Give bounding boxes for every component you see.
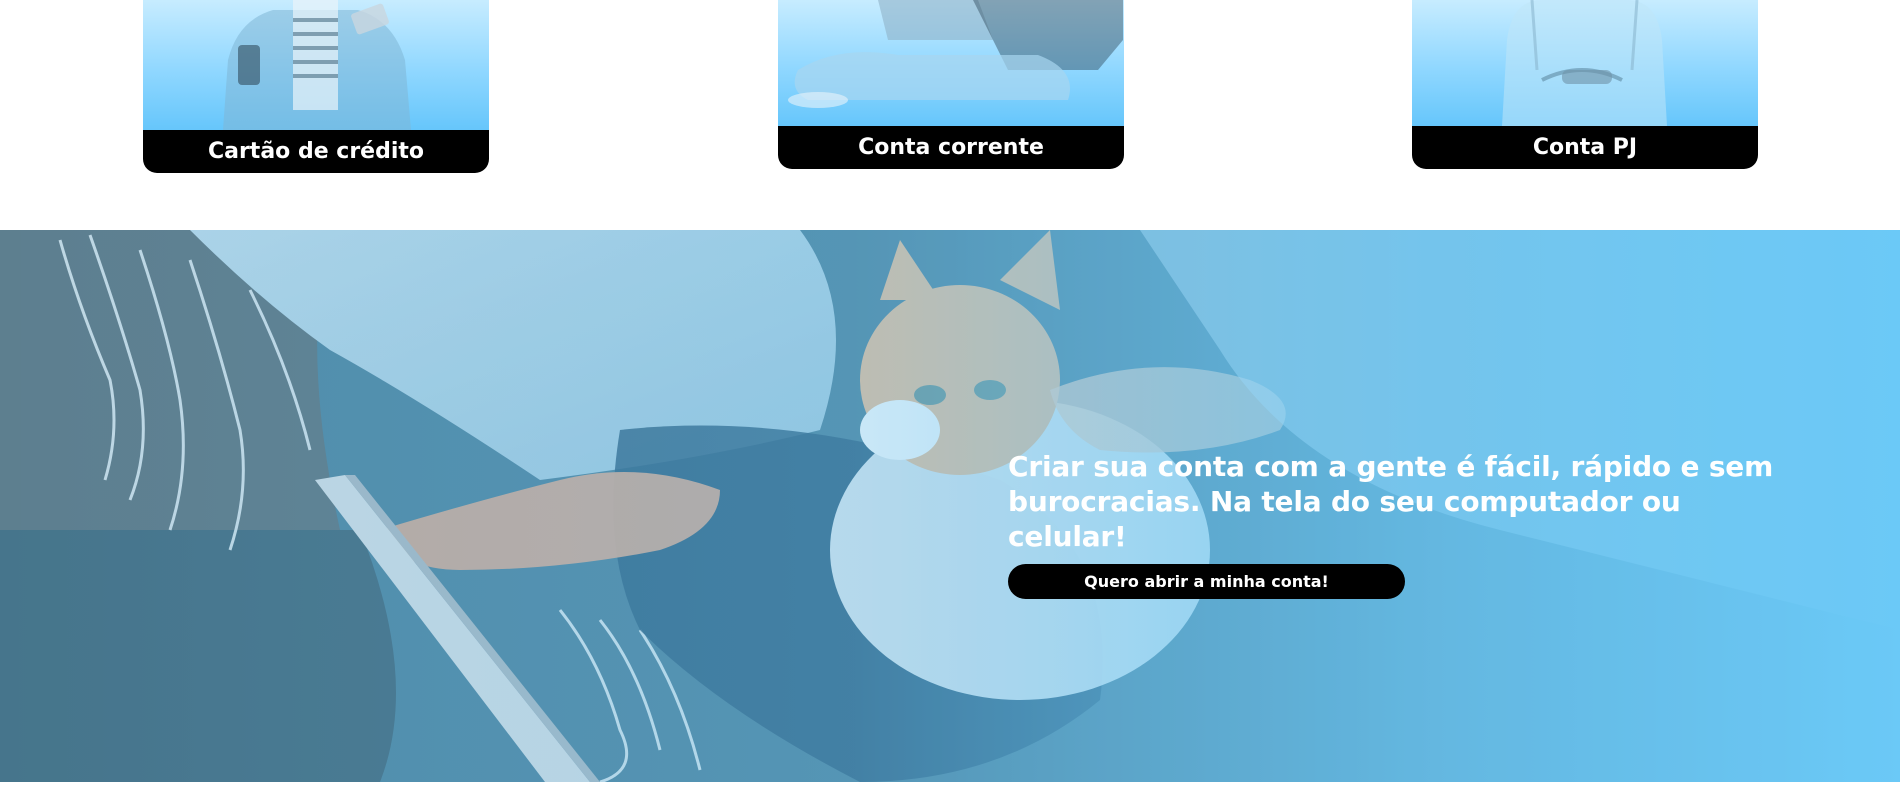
card-photo-person-with-phone-and-card (143, 0, 489, 130)
card-credit-card[interactable]: Cartão de crédito (143, 0, 489, 173)
card-business-account[interactable]: Conta PJ (1412, 0, 1758, 169)
hero-banner: Criar sua conta com a gente é fácil, ráp… (0, 230, 1900, 782)
open-account-button[interactable]: Quero abrir a minha conta! (1008, 564, 1405, 599)
card-label: Cartão de crédito (143, 130, 489, 173)
page: Cartão de crédito Conta corrente Conta P… (0, 0, 1900, 793)
section-divider (0, 782, 1900, 793)
hero-headline: Criar sua conta com a gente é fácil, ráp… (1008, 450, 1774, 553)
card-photo-person-with-laptop (778, 0, 1124, 126)
card-label: Conta PJ (1412, 126, 1758, 169)
card-checking-account[interactable]: Conta corrente (778, 0, 1124, 169)
hero-content: Criar sua conta com a gente é fácil, ráp… (1008, 449, 1808, 599)
card-label: Conta corrente (778, 126, 1124, 169)
product-cards: Cartão de crédito Conta corrente Conta P… (0, 0, 1900, 230)
card-photo-person-writing (1412, 0, 1758, 126)
